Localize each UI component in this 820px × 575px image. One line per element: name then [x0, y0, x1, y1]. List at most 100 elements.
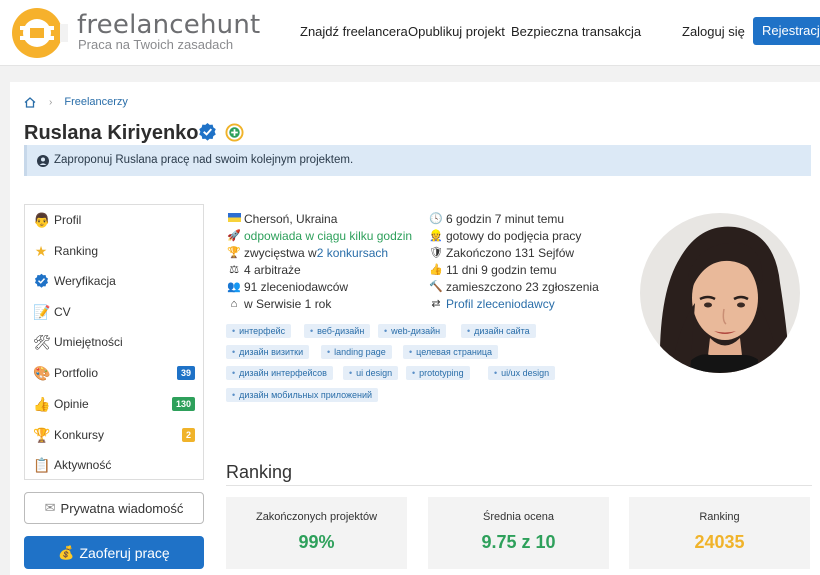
arbitration: 4 arbitraże — [244, 262, 301, 277]
document-icon: 📝 — [33, 304, 51, 320]
menu-item-opinie[interactable]: 👍 Opinie 130 — [25, 389, 203, 419]
stat-completed-projects: Zakończonych projektów 99% — [226, 497, 407, 569]
stat-label: Średnia ocena — [483, 511, 554, 523]
ranking-title: Ranking — [226, 462, 293, 482]
rocket-icon: 🚀 — [227, 230, 241, 242]
portfolio-count-badge: 39 — [176, 366, 195, 380]
skill-tag[interactable]: ui/ux design — [488, 366, 556, 380]
nav-publish-project[interactable]: Opublikuj projekt — [408, 24, 505, 39]
offer-notice-text: Zaproponuj Ruslana pracę nad swoim kolej… — [54, 154, 354, 166]
exchange-icon: ⇄ — [431, 298, 441, 310]
last-seen: 6 godzin 7 minut temu — [446, 211, 565, 226]
skill-tag[interactable]: landing page — [321, 345, 392, 359]
skill-tag[interactable]: дизайн интерфейсов — [226, 366, 333, 380]
menu-label: CV — [54, 305, 71, 319]
brand-name[interactable]: freelancehunt — [77, 10, 260, 40]
safes-completed: Zakończono 131 Sejfów — [446, 245, 575, 260]
thumbs-up-icon: 👍 — [33, 396, 51, 412]
menu-item-konkursy[interactable]: 🏆 Konkursy 2 — [25, 420, 203, 450]
register-button[interactable]: Rejestracja — [753, 17, 820, 45]
skill-tag[interactable]: дизайн визитки — [226, 345, 310, 359]
menu-label: Umiejętności — [54, 335, 123, 349]
user-circle-icon — [37, 154, 49, 167]
nav-find-freelancer[interactable]: Znajdź freelancera — [300, 24, 408, 39]
info-left: Chersoń, Ukraina 🚀 odpowiada w ciągu kilk… — [226, 210, 412, 312]
skill-tag[interactable]: ui design — [343, 366, 399, 380]
ranking-divider — [226, 485, 812, 486]
info-right: 🕓 6 godzin 7 minut temu 👷 gotowy do podjęc… — [428, 210, 599, 312]
nav-safe-transaction[interactable]: Bezpieczna transakcja — [511, 24, 641, 39]
user-icon: 👨 — [33, 212, 51, 228]
wins-prefix: zwycięstwa w — [244, 245, 317, 260]
clock-icon: 🕓 — [429, 213, 443, 225]
avatar — [640, 213, 800, 373]
response-time: odpowiada w ciągu kilku godzin — [244, 228, 413, 243]
menu-item-portfolio[interactable]: 🎨 Portfolio 39 — [25, 358, 203, 388]
menu-label: Konkursy — [54, 428, 105, 442]
menu-item-weryfikacja[interactable]: Weryfikacja — [25, 266, 203, 296]
breadcrumb-freelancers[interactable]: Freelancerzy — [64, 96, 128, 108]
skill-tag[interactable]: дизайн мобильных приложений — [226, 388, 379, 402]
freelancehunt-logo-icon[interactable] — [10, 6, 68, 60]
private-message-button[interactable]: ✉ Prywatna wiadomość — [24, 492, 204, 524]
money-bag-icon: 💰 — [58, 544, 75, 560]
breadcrumb-separator-icon: › — [49, 96, 53, 108]
shield-check-icon: 🛡 — [429, 247, 443, 259]
site-header: freelancehunt Praca na Twoich zasadach Z… — [0, 0, 820, 66]
profile-name: Ruslana Kiriyenko — [24, 122, 199, 144]
profile-menu: 👨 Profil ★ Ranking Weryfikacja 📝 CV 🛠 Um… — [24, 204, 204, 480]
offer-work-label: Zaoferuj pracę — [79, 544, 170, 561]
house-icon: ⌂ — [230, 297, 238, 310]
clipboard-icon: 📋 — [33, 457, 51, 473]
skill-tag[interactable]: интерфейс — [226, 324, 292, 338]
verified-icon — [33, 273, 49, 289]
menu-label: Weryfikacja — [54, 274, 116, 288]
menu-item-profil[interactable]: 👨 Profil — [25, 205, 203, 235]
clients-count: 91 zleceniodawców — [244, 279, 349, 294]
menu-label: Portfolio — [54, 366, 99, 380]
skill-tag[interactable]: prototyping — [406, 366, 470, 380]
service-time: w Serwisie 1 rok — [244, 296, 332, 311]
wins-link[interactable]: 2 konkursach — [317, 246, 388, 260]
skill-tag[interactable]: целевая страница — [403, 345, 499, 359]
offer-work-button[interactable]: 💰 Zaoferuj pracę — [24, 536, 204, 569]
location: Chersoń, Ukraina — [244, 211, 338, 226]
thumbs-up-outline-icon: 👍 — [429, 264, 443, 276]
ukraine-flag-icon — [226, 212, 242, 225]
stat-label: Ranking — [699, 511, 740, 523]
skill-tag[interactable]: web-дизайн — [378, 324, 447, 338]
menu-item-umiejetnosci[interactable]: 🛠 Umiejętności — [25, 327, 203, 357]
last-activity: 11 dni 9 godzin temu — [446, 262, 557, 277]
login-link[interactable]: Zaloguj się — [682, 24, 745, 39]
availability: gotowy do podjęcia pracy — [446, 228, 582, 243]
verified-badge-icon — [199, 122, 216, 141]
menu-label: Profil — [54, 213, 82, 227]
stat-value: 24035 — [694, 532, 745, 552]
menu-item-cv[interactable]: 📝 CV — [25, 297, 203, 327]
stat-label: Zakończonych projektów — [255, 511, 378, 523]
skill-tag[interactable]: веб-дизайн — [304, 324, 371, 338]
home-icon[interactable] — [24, 96, 36, 108]
stat-value: 9.75 z 10 — [481, 532, 556, 552]
worker-icon: 👷 — [429, 230, 443, 242]
trophy-outline-icon: 🏆 — [227, 247, 241, 259]
trophy-icon: 🏆 — [33, 427, 51, 443]
menu-item-aktywnosc[interactable]: 📋 Aktywność — [25, 450, 203, 480]
hammer-icon: 🔨 — [429, 281, 443, 293]
contests-count-badge: 2 — [181, 428, 195, 442]
plus-badge-icon — [225, 123, 244, 142]
star-icon: ★ — [34, 243, 48, 259]
envelope-icon: ✉ — [44, 500, 56, 515]
skill-tag[interactable]: дизайн сайта — [461, 324, 536, 338]
private-message-label: Prywatna wiadomość — [60, 500, 184, 516]
users-icon: 👥 — [227, 281, 241, 293]
stat-value: 99% — [298, 532, 335, 552]
palette-icon: 🎨 — [33, 365, 51, 381]
client-profile-link[interactable]: Profil zleceniodawcy — [446, 297, 555, 311]
opinions-count-badge: 130 — [171, 397, 195, 411]
menu-item-ranking[interactable]: ★ Ranking — [25, 236, 203, 266]
stat-average-rating: Średnia ocena 9.75 z 10 — [428, 497, 609, 569]
menu-label: Aktywność — [54, 458, 112, 472]
profile-card: › Freelancerzy Ruslana Kiriyenko Zapropo… — [10, 82, 820, 575]
scales-icon: ⚖ — [229, 264, 239, 276]
